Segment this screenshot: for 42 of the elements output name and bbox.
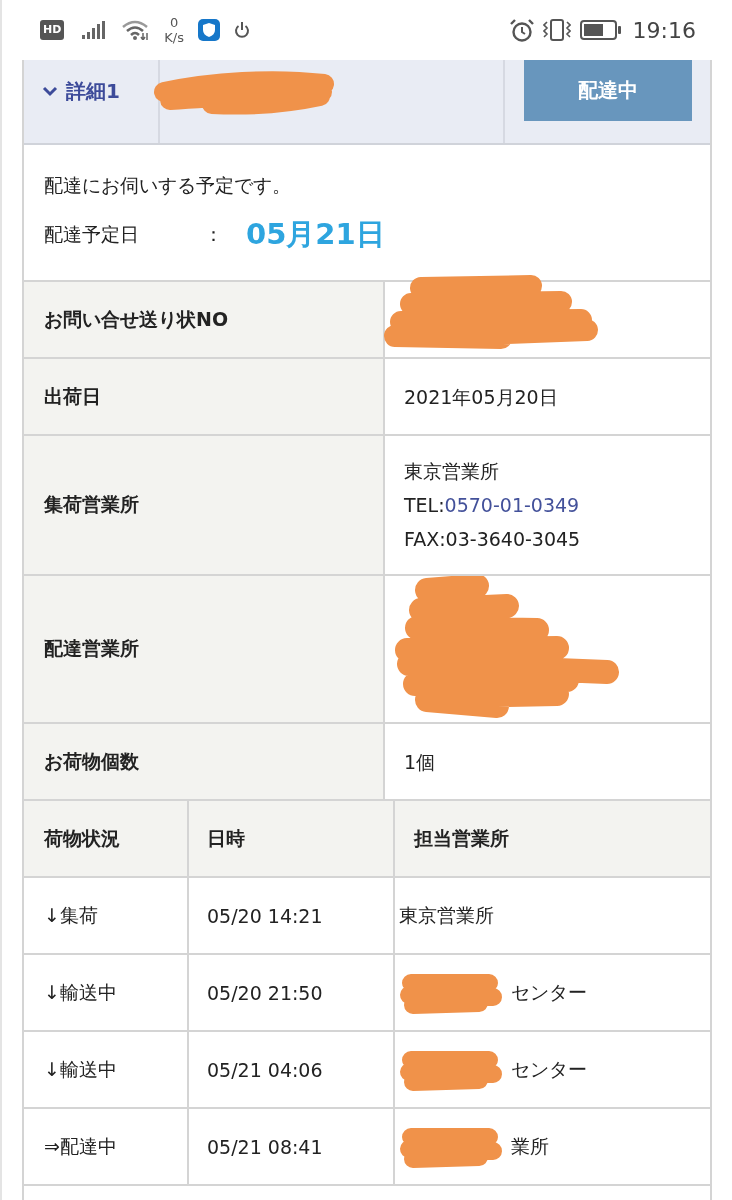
hd-badge: HD bbox=[40, 20, 65, 40]
column-header: 荷物状況 bbox=[24, 801, 189, 878]
phone-link[interactable]: 0570-01-0349 bbox=[444, 494, 580, 516]
detail-label: 出荷日 bbox=[24, 359, 385, 434]
network-speed-unit: K/s bbox=[164, 30, 185, 45]
column-header: 担当営業所 bbox=[395, 801, 710, 878]
table-cell: 05/20 14:21 bbox=[189, 878, 395, 955]
shield-app-icon bbox=[198, 19, 221, 41]
table-cell-text: センター bbox=[511, 1056, 587, 1082]
chevron-icon bbox=[42, 85, 58, 97]
detail-value: 東京営業所 bbox=[404, 459, 500, 484]
detail-label: お荷物個数 bbox=[24, 724, 385, 799]
table-cell: ↓輸送中 bbox=[24, 1032, 189, 1109]
clock-time: 19:16 bbox=[632, 17, 696, 43]
table-cell: 05/21 08:41 bbox=[189, 1109, 395, 1186]
table-cell: 05/21 04:06 bbox=[189, 1032, 395, 1109]
detail-value: 2021年05月20日 bbox=[404, 384, 558, 410]
detail-label: 集荷営業所 bbox=[24, 436, 385, 574]
detail-label: 配達営業所 bbox=[24, 576, 385, 722]
column-header: 日時 bbox=[189, 801, 395, 878]
table-cell-text: 東京営業所 bbox=[399, 902, 494, 928]
detail-value: TEL: bbox=[404, 494, 445, 516]
detail-label: お問い合せ送り状NO bbox=[24, 282, 385, 357]
detail-toggle[interactable]: 詳細1 bbox=[42, 76, 120, 106]
delivery-date-label: 配達予定日 bbox=[44, 222, 140, 247]
detail-value: FAX:03-3640-3045 bbox=[404, 527, 581, 552]
table-cell: ↓輸送中 bbox=[24, 955, 189, 1032]
vibrate-icon bbox=[542, 19, 571, 41]
battery-icon bbox=[579, 20, 622, 40]
table-cell: ⇒配達中 bbox=[24, 1109, 189, 1186]
wifi-icon bbox=[122, 20, 151, 40]
table-cell-text: センター bbox=[511, 979, 587, 1005]
date-separator: ： bbox=[204, 222, 224, 247]
table-cell: 05/20 21:50 bbox=[189, 955, 395, 1032]
table-cell: ↓集荷 bbox=[24, 878, 189, 955]
table-cell-text: 業所 bbox=[511, 1133, 549, 1159]
delivery-date-value: 05月21日 bbox=[246, 216, 385, 253]
power-icon bbox=[234, 21, 251, 39]
detail-value: 1個 bbox=[404, 749, 436, 775]
delivery-message: 配達にお伺いする予定です。 bbox=[44, 173, 292, 198]
alarm-clock-icon bbox=[509, 18, 534, 42]
network-speed-value: 0 bbox=[170, 15, 179, 30]
